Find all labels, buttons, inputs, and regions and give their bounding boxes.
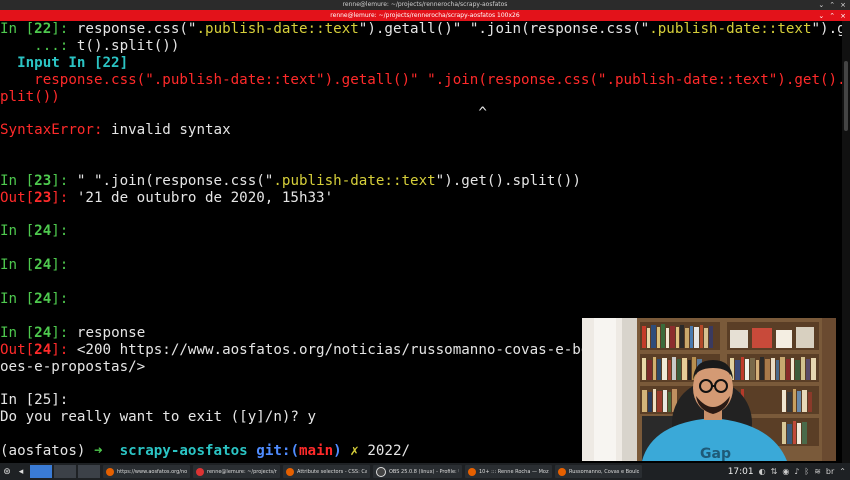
terminal-line: In [24]: response (0, 325, 146, 341)
clock[interactable]: 17:01 (728, 467, 754, 477)
tab-minimize-icon[interactable]: ⌄ (818, 12, 824, 20)
taskbar-item-terminal[interactable]: renne@lemure: ~/projects/ren... (193, 465, 280, 478)
tab-maximize-icon[interactable]: ⌃ (829, 12, 835, 20)
network-icon[interactable]: ⇅ (771, 467, 778, 476)
firefox-icon (286, 467, 294, 476)
firefox-icon (468, 467, 476, 476)
terminal-line: Out[24]: <200 https://www.aosfatos.org/n… (0, 342, 590, 358)
window-title: renne@lemure: ~/projects/rennerocha/scra… (342, 1, 508, 8)
obs-tray-icon[interactable]: ◉ (782, 467, 789, 476)
terminal-line: ...: t().split()) (0, 38, 180, 54)
taskbar: ⊛ ◂ https://www.aosfatos.org/noti... ren… (0, 463, 850, 480)
show-desktop-icon[interactable]: ◂ (14, 465, 28, 478)
terminal-icon (196, 467, 204, 476)
expand-tray-icon[interactable]: ⌃ (839, 467, 846, 476)
app-launcher-icon[interactable]: ⊛ (0, 465, 14, 478)
language-indicator[interactable]: br (826, 467, 834, 476)
taskbar-item-mozilla[interactable]: 10+ ::: Renne Rocha — Mozil... (465, 465, 552, 478)
terminal-scrollbar[interactable] (842, 21, 850, 463)
terminal-window-titlebar[interactable]: renne@lemure: ~/projects/rennerocha/scra… (0, 0, 850, 10)
taskbar-item-mdn[interactable]: Attribute selectors - CSS: Casc... (283, 465, 370, 478)
webcam-person-video-icon: Gap (582, 318, 836, 461)
terminal-tab-titlebar[interactable]: renne@lemure: ~/projects/rennerocha/scra… (0, 10, 850, 21)
volume-icon[interactable]: ♪ (794, 467, 799, 476)
tab-close-icon[interactable]: ⨯ (840, 12, 846, 20)
virtual-desktop-2[interactable] (54, 465, 76, 478)
tab-title: renne@lemure: ~/projects/rennerocha/scra… (330, 12, 520, 19)
scrollbar-thumb[interactable] (844, 61, 848, 131)
webcam-overlay: Gap (582, 318, 836, 461)
terminal-line: Out[23]: '21 de outubro de 2020, 15h33' (0, 190, 334, 206)
minimize-icon[interactable]: ⌄ (818, 1, 824, 9)
bluetooth-icon[interactable]: ᛒ (804, 467, 809, 476)
firefox-icon (558, 467, 566, 476)
virtual-desktop-1[interactable] (30, 465, 52, 478)
taskbar-item-obs[interactable]: OBS 25.0.8 (linux) - Profile: Unt... (373, 465, 462, 478)
terminal-line: plit()) (0, 89, 60, 105)
firefox-icon (106, 467, 114, 476)
terminal-line: Do you really want to exit ([y]/n)? y (0, 409, 317, 425)
terminal-line: In [24]: (0, 291, 69, 307)
system-tray: 17:01 ◐ ⇅ ◉ ♪ ᛒ ≋ br ⌃ (728, 467, 850, 477)
obs-icon (376, 466, 386, 477)
shell-prompt: (aosfatos) ➜ scrapy-aosfatos git:(main) … (0, 443, 411, 459)
terminal-line: In [24]: (0, 257, 69, 273)
maximize-icon[interactable]: ⌃ (829, 1, 835, 9)
svg-text:Gap: Gap (700, 446, 731, 461)
terminal-line: Input In [22] (0, 55, 129, 71)
terminal-line: oes-e-propostas/> (0, 359, 146, 375)
terminal-line: response.css(".publish-date::text").geta… (0, 72, 850, 88)
close-icon[interactable]: ⨯ (840, 1, 846, 9)
terminal-line: In [24]: (0, 223, 69, 239)
virtual-desktop-3[interactable] (78, 465, 100, 478)
taskbar-item-browser-aosfatos[interactable]: https://www.aosfatos.org/noti... (103, 465, 190, 478)
terminal-line: ^ (0, 105, 487, 121)
terminal-line: SyntaxError: invalid syntax (0, 122, 231, 138)
terminal-line: In [22]: response.css(".publish-date::te… (0, 21, 850, 37)
terminal-line: In [23]: " ".join(response.css(".publish… (0, 173, 581, 189)
wifi-icon[interactable]: ≋ (814, 467, 821, 476)
updates-icon[interactable]: ◐ (759, 467, 766, 476)
taskbar-item-russomanno[interactable]: Russomanno, Covas e Boulos... (555, 465, 642, 478)
terminal-line: In [25]: (0, 392, 69, 408)
